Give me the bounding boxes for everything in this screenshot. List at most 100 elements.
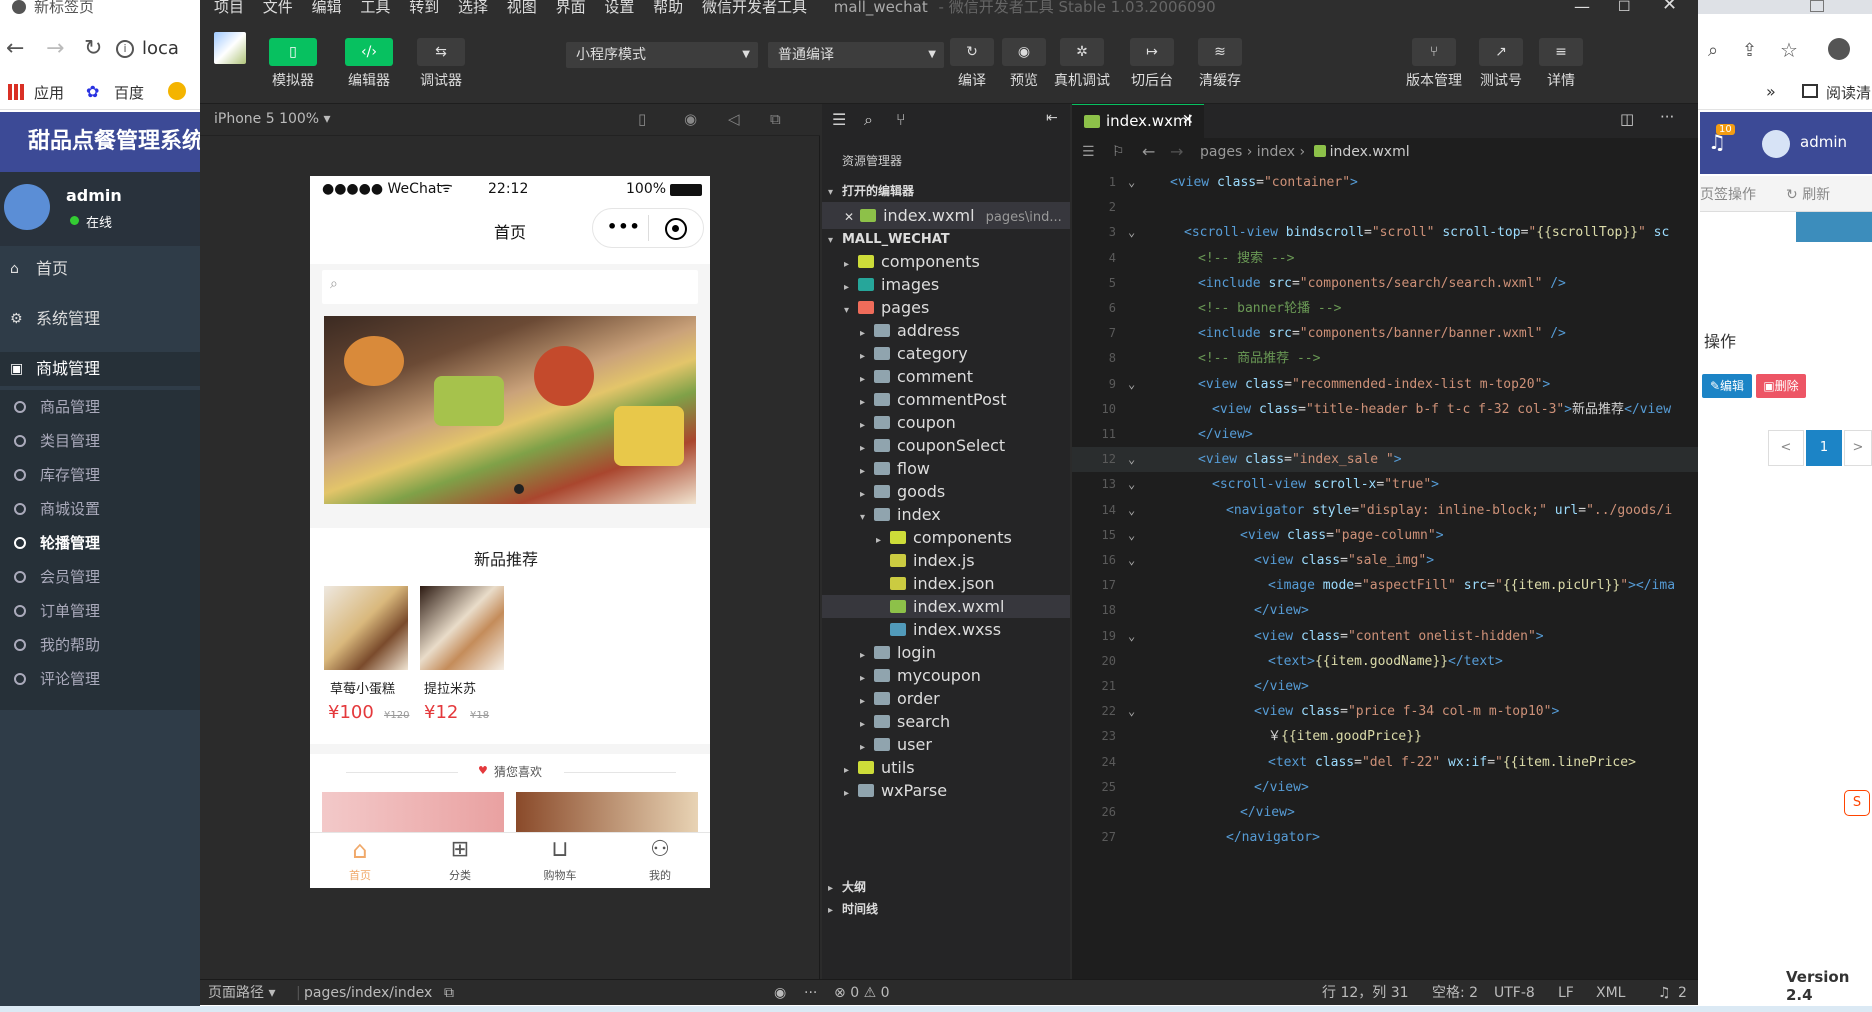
tab-profile[interactable]: ⚇ 我的 (610, 833, 710, 888)
apps-icon[interactable] (8, 84, 24, 100)
bell-icon[interactable]: ♫ (1658, 980, 1671, 1005)
code-line[interactable]: 22 ⌄ <view class="price f-34 col-m m-top10… (1072, 699, 1698, 724)
share-icon[interactable]: ⇪ (1742, 40, 1757, 61)
capsule-menu[interactable]: ••• (592, 208, 704, 248)
fold-chevron-icon[interactable]: ⌄ (1128, 699, 1135, 724)
tree-item[interactable]: ▾ pages (822, 296, 1070, 319)
details-button[interactable]: ≡ 详情 (1532, 20, 1590, 90)
guess-product-image[interactable] (322, 792, 504, 832)
fold-chevron-icon[interactable]: ⌄ (1128, 170, 1135, 195)
page-prev-button[interactable]: < (1768, 430, 1804, 466)
reading-list-icon[interactable] (1802, 84, 1818, 98)
page-path-select[interactable]: 页面路径 ▾ (208, 980, 275, 1005)
project-avatar[interactable] (214, 32, 246, 64)
back-icon[interactable]: ← (1142, 142, 1155, 161)
code-line[interactable]: 5 <include src="components/search/search.… (1072, 271, 1698, 296)
code-line[interactable]: 13 ⌄ <scroll-view scroll-x="true"> (1072, 472, 1698, 497)
open-editor-item[interactable]: ✕ index.wxml pages\ind... (822, 202, 1070, 229)
code-area[interactable]: 1 ⌄ <view class="container"> 2 3 ⌄ <scroll-vie… (1072, 170, 1698, 979)
submenu-item[interactable]: 会员管理 (0, 560, 200, 594)
cursor-position[interactable]: 行 12，列 31 (1322, 980, 1409, 1005)
fold-chevron-icon[interactable]: ⌄ (1128, 472, 1135, 497)
open-editors-header[interactable]: ▾ 打开的编辑器 (822, 180, 1070, 202)
tab-home[interactable]: ⌂ 首页 (310, 833, 410, 888)
code-line[interactable]: 10 <view class="title-header b-f t-c f-32… (1072, 397, 1698, 422)
tree-item[interactable]: ▸ user (822, 733, 1070, 756)
tab-category[interactable]: ⊞ 分类 (410, 833, 510, 888)
code-line[interactable]: 2 (1072, 195, 1698, 220)
code-line[interactable]: 20 <text>{{item.goodName}}</text> (1072, 649, 1698, 674)
code-line[interactable]: 11 </view> (1072, 422, 1698, 447)
tree-item[interactable]: ▸ goods (822, 480, 1070, 503)
tree-item[interactable]: ▸ commentPost (822, 388, 1070, 411)
menu-project[interactable]: 项目 (214, 0, 244, 15)
encoding[interactable]: UTF-8 (1494, 980, 1535, 1005)
code-line[interactable]: 7 <include src="components/banner/banner.… (1072, 321, 1698, 346)
tree-item[interactable]: ▸ components (822, 250, 1070, 273)
fold-chevron-icon[interactable]: ⌄ (1128, 624, 1135, 649)
code-line[interactable]: 9 ⌄ <view class="recommended-index-list m-… (1072, 372, 1698, 397)
tree-item[interactable]: ▸ utils (822, 756, 1070, 779)
tree-item[interactable]: index.json (822, 572, 1070, 595)
phone-rotate-icon[interactable]: ▯ (638, 110, 646, 128)
list-icon[interactable]: ☰ (832, 110, 846, 129)
submenu-item[interactable]: 订单管理 (0, 594, 200, 628)
reading-list-label[interactable]: 阅读清 (1826, 82, 1871, 103)
more-actions-icon[interactable]: ··· (1660, 108, 1674, 126)
more-bookmarks-icon[interactable]: » (1766, 82, 1776, 101)
volume-icon[interactable]: ◁ (728, 110, 740, 128)
menu-select[interactable]: 选择 (458, 0, 488, 15)
close-icon[interactable]: ✕ (1662, 0, 1677, 14)
code-line[interactable]: 16 ⌄ <view class="sale_img"> (1072, 548, 1698, 573)
fold-chevron-icon[interactable]: ⌄ (1128, 523, 1135, 548)
code-line[interactable]: 12 ⌄ <view class="index_sale "> (1072, 447, 1698, 473)
tree-item[interactable]: index.js (822, 549, 1070, 572)
tree-item[interactable]: ▸ coupon (822, 411, 1070, 434)
submenu-item-active[interactable]: 轮播管理 (0, 526, 200, 560)
menu-help[interactable]: 帮助 (653, 0, 683, 15)
debugger-button[interactable]: ⇆ 调试器 (412, 20, 470, 90)
edit-button[interactable]: ✎编辑 (1702, 374, 1752, 398)
page-next-button[interactable]: > (1844, 430, 1872, 466)
copy-icon[interactable]: ⧉ (444, 980, 454, 1005)
bookmark-apps[interactable]: 应用 (34, 82, 64, 103)
tree-item[interactable]: ▾ index (822, 503, 1070, 526)
code-line[interactable]: 6 <!-- banner轮播 --> (1072, 296, 1698, 321)
delete-button[interactable]: ▣删除 (1756, 374, 1806, 398)
close-icon[interactable]: ✕ (844, 210, 854, 224)
split-editor-icon[interactable]: ◫ (1620, 110, 1634, 128)
tree-item[interactable]: ▸ components (822, 526, 1070, 549)
minimize-icon[interactable]: — (1574, 0, 1590, 15)
tab-cart[interactable]: ⊔ 购物车 (510, 833, 610, 888)
remote-debug-button[interactable]: ✲ 真机调试 (1034, 20, 1130, 90)
code-line[interactable]: 19 ⌄ <view class="content onelist-hidden"> (1072, 624, 1698, 649)
tree-item[interactable]: index.wxss (822, 618, 1070, 641)
forward-icon[interactable]: → (1170, 142, 1183, 161)
menu-interface[interactable]: 界面 (556, 0, 586, 15)
search-icon[interactable]: ⌕ (864, 110, 873, 130)
code-line[interactable]: 18 </view> (1072, 598, 1698, 623)
device-select[interactable]: iPhone 5 100% ▾ (214, 111, 331, 127)
product-image[interactable] (324, 586, 408, 670)
submenu-item[interactable]: 商城设置 (0, 492, 200, 526)
window-restore-icon[interactable] (1810, 0, 1824, 12)
fold-chevron-icon[interactable]: ⌄ (1128, 372, 1135, 397)
sidebar-item-mall[interactable]: ▣ 商城管理 (0, 352, 200, 386)
code-line[interactable]: 24 <text class="del f-22" wx:if="{{item.l… (1072, 750, 1698, 775)
code-line[interactable]: 25 </view> (1072, 775, 1698, 800)
reload-icon[interactable]: ↻ (84, 36, 102, 61)
cloud-icon[interactable] (1796, 212, 1872, 242)
code-line[interactable]: 4 <!-- 搜索 --> (1072, 246, 1698, 271)
banner-dot-indicator[interactable] (514, 484, 524, 494)
profile-icon[interactable] (1828, 38, 1850, 60)
sidebar-item-home[interactable]: ⌂ 首页 (0, 252, 200, 286)
tree-item[interactable]: ▸ login (822, 641, 1070, 664)
guess-product-image[interactable] (516, 792, 698, 832)
tab-ops-button[interactable]: 页签操作 (1700, 184, 1786, 204)
collapse-panel-icon[interactable]: ⇤ (1046, 110, 1058, 126)
forward-icon[interactable]: → (46, 36, 64, 61)
code-line[interactable]: 17 <image mode="aspectFill" src="{{item.p… (1072, 573, 1698, 598)
tree-item[interactable]: ▸ couponSelect (822, 434, 1070, 457)
tree-item[interactable]: ▸ address (822, 319, 1070, 342)
menu-edit[interactable]: 编辑 (312, 0, 342, 15)
